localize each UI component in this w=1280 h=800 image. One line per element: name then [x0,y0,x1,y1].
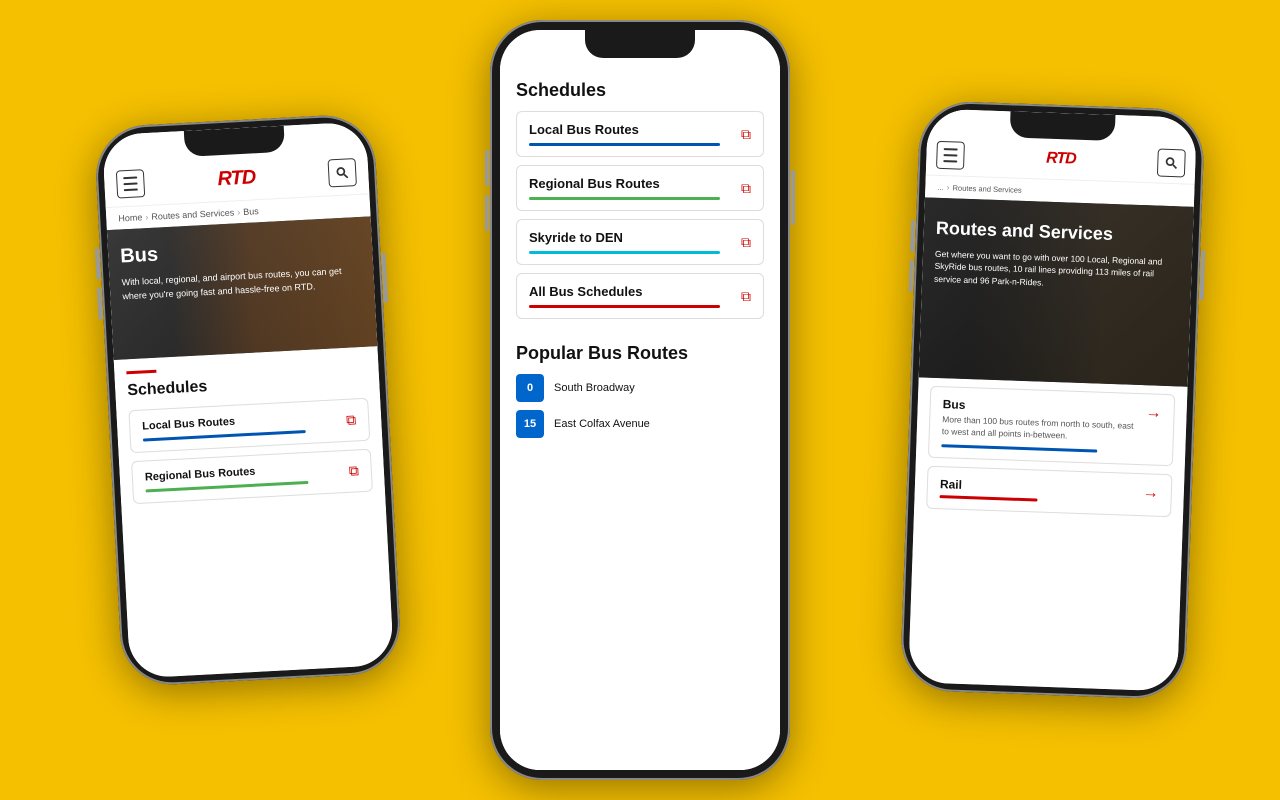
section-divider [126,370,156,375]
service-card-rail[interactable]: Rail → [926,465,1172,517]
service-card-bus-arrow: → [1145,404,1162,423]
route-badge-1: 15 [516,410,544,438]
right-rtd-logo: RTD [1046,150,1076,169]
service-card-rail-arrow: → [1142,484,1159,503]
menu-button[interactable] [116,169,145,198]
hamburger-line-2 [123,182,137,185]
right-breadcrumb-back[interactable]: ... [937,182,944,191]
breadcrumb-sep-1: › [145,212,149,222]
center-ext-icon-regional: ⧉ [741,180,751,197]
center-popular-title: Popular Bus Routes [516,343,764,364]
center-vol-button-2 [485,195,489,231]
center-screen-content: Schedules Local Bus Routes ⧉ Regional Bu… [500,30,780,770]
right-vol-button-1 [910,220,915,252]
center-power-button [791,170,795,225]
service-card-bus[interactable]: Bus More than 100 bus routes from north … [928,386,1175,466]
center-route-all-label: All Bus Schedules [529,284,741,299]
phone-right: RTD ... › Routes and Services [900,100,1205,700]
search-button[interactable] [328,158,357,187]
phone-center: Schedules Local Bus Routes ⧉ Regional Bu… [490,20,790,780]
center-route-local-bar [529,143,720,146]
center-route-all-left: All Bus Schedules [529,284,741,308]
schedules-section: Schedules Local Bus Routes ⧉ Regional Bu… [114,346,386,525]
rtd-logo: RTD [217,166,256,191]
hamburger-line-1 [123,176,137,179]
center-route-local-label: Local Bus Routes [529,122,741,137]
center-route-all-bar [529,305,720,308]
center-route-skyride-left: Skyride to DEN [529,230,741,254]
center-schedules-section: Schedules Local Bus Routes ⧉ Regional Bu… [500,30,780,339]
power-button [381,253,388,303]
center-popular-section: Popular Bus Routes 0 South Broadway 15 E… [500,339,780,458]
external-link-icon-local: ⧉ [346,411,357,429]
center-schedules-title: Schedules [516,80,764,101]
service-card-rail-bar [940,495,1038,501]
phone-right-screen: RTD ... › Routes and Services [908,108,1197,691]
popular-item-1[interactable]: 15 East Colfax Avenue [516,410,764,438]
breadcrumb-bus: Bus [243,206,259,217]
route-card-regional-bar [146,481,309,493]
schedules-title: Schedules [127,370,368,401]
center-route-local[interactable]: Local Bus Routes ⧉ [516,111,764,157]
route-badge-0: 0 [516,374,544,402]
notch [184,126,285,157]
route-card-local-left: Local Bus Routes [142,410,347,442]
center-route-regional-label: Regional Bus Routes [529,176,741,191]
external-link-icon-regional: ⧉ [348,462,359,480]
vol-button-1 [95,248,101,280]
right-hamburger-3 [943,160,957,162]
phone-left: RTD Home › Routes and Services › Bus [94,113,403,687]
right-hamburger-2 [943,154,957,156]
route-card-regional[interactable]: Regional Bus Routes ⧉ [131,449,373,505]
search-icon [335,165,350,180]
breadcrumb-home[interactable]: Home [118,212,143,223]
center-route-regional-left: Regional Bus Routes [529,176,741,200]
right-menu-button[interactable] [936,141,965,170]
service-card-bus-bar [941,444,1097,452]
route-card-local[interactable]: Local Bus Routes ⧉ [128,398,370,454]
breadcrumb-sep-2: › [237,207,241,217]
route-card-local-label: Local Bus Routes [142,410,346,433]
popular-item-0[interactable]: 0 South Broadway [516,374,764,402]
center-route-skyride-bar [529,251,720,254]
popular-item-label-1: East Colfax Avenue [554,418,650,430]
right-power-button [1200,250,1206,300]
center-notch [585,30,695,58]
right-search-button[interactable] [1157,149,1186,178]
right-search-icon [1164,156,1178,170]
right-hero: Routes and Services Get where you want t… [919,197,1194,386]
center-route-regional[interactable]: Regional Bus Routes ⧉ [516,165,764,211]
center-route-local-left: Local Bus Routes [529,122,741,146]
route-card-local-bar [143,430,306,442]
center-route-all[interactable]: All Bus Schedules ⧉ [516,273,764,319]
center-ext-icon-local: ⧉ [741,126,751,143]
hamburger-line-3 [124,188,138,191]
right-breadcrumb-sep: › [946,182,949,192]
route-card-regional-left: Regional Bus Routes [145,461,350,493]
service-card-rail-title: Rail [940,477,1135,498]
right-vol-button-2 [909,260,914,292]
center-route-skyride[interactable]: Skyride to DEN ⧉ [516,219,764,265]
phones-container: RTD Home › Routes and Services › Bus [0,0,1280,800]
right-hamburger-1 [944,148,958,150]
right-notch [1009,111,1115,141]
left-hero: Bus With local, regional, and airport bu… [107,216,377,360]
phone-left-screen: RTD Home › Routes and Services › Bus [102,121,394,678]
right-screen-content: RTD ... › Routes and Services [908,108,1197,691]
route-card-regional-label: Regional Bus Routes [145,461,349,484]
center-ext-icon-skyride: ⧉ [741,234,751,251]
service-card-rail-content: Rail [940,477,1136,505]
center-vol-button-1 [485,150,489,186]
phone-center-screen: Schedules Local Bus Routes ⧉ Regional Bu… [500,30,780,770]
center-route-regional-bar [529,197,720,200]
center-ext-icon-all: ⧉ [741,288,751,305]
breadcrumb-routes[interactable]: Routes and Services [151,207,234,221]
vol-button-2 [97,288,103,320]
right-breadcrumb-routes: Routes and Services [952,183,1021,194]
popular-item-label-0: South Broadway [554,382,635,394]
service-card-bus-text: More than 100 bus routes from north to s… [942,414,1138,445]
service-card-bus-content: Bus More than 100 bus routes from north … [941,397,1138,454]
center-route-skyride-label: Skyride to DEN [529,230,741,245]
left-screen-content: RTD Home › Routes and Services › Bus [102,121,394,678]
